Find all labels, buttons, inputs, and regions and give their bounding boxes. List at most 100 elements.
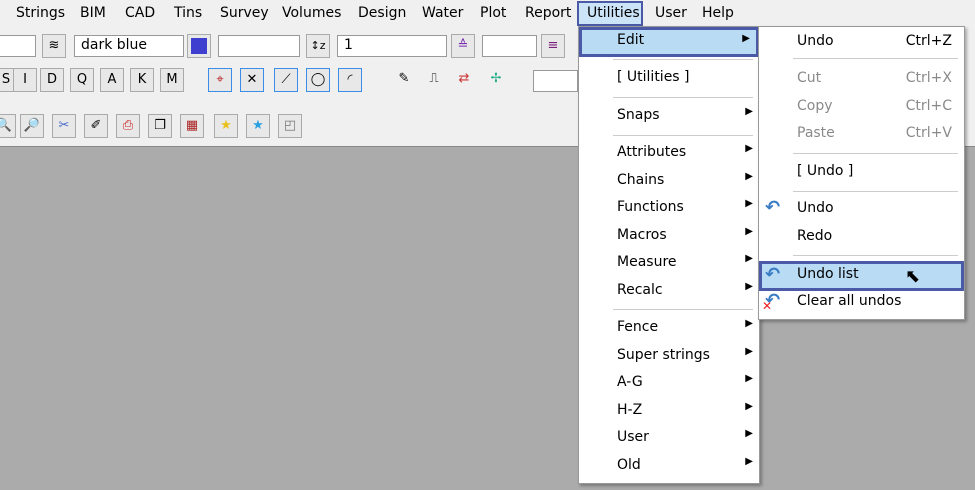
menu-separator <box>793 191 958 192</box>
utilities-item-chains[interactable]: Chains ▶ <box>579 168 759 194</box>
z-level-icon[interactable]: ↕z <box>306 34 330 58</box>
menu-strings[interactable]: Strings <box>16 5 65 21</box>
submenu-arrow-icon: ▶ <box>745 143 753 154</box>
utilities-item-super-strings[interactable]: Super strings ▶ <box>579 343 759 369</box>
edit-item-undo[interactable]: Undo Ctrl+Z <box>759 29 964 55</box>
delete-icon[interactable]: ✂ <box>52 114 76 138</box>
snap-circle-icon[interactable]: ◯ <box>306 68 330 92</box>
utilities-item-recalc[interactable]: Recalc ▶ <box>579 278 759 304</box>
menu-design[interactable]: Design <box>358 5 406 21</box>
utilities-item-macros[interactable]: Macros ▶ <box>579 223 759 249</box>
mode-q-button[interactable]: Q <box>70 68 94 92</box>
grid-icon[interactable]: ▦ <box>180 114 204 138</box>
submenu-arrow-icon: ▶ <box>742 33 750 44</box>
menu-volumes[interactable]: Volumes <box>282 5 341 21</box>
edit-item-undo[interactable]: Undo ↶ <box>759 196 964 222</box>
utilities-item-fence[interactable]: Fence ▶ <box>579 315 759 341</box>
weight-field[interactable] <box>482 35 537 57</box>
submenu-arrow-icon: ▶ <box>745 226 753 237</box>
edit-item-cut: Cut Ctrl+X <box>759 66 964 92</box>
utilities-item-utilities[interactable]: [ Utilities ] <box>579 65 759 91</box>
snap-point-icon[interactable]: ⌖ <box>208 68 232 92</box>
submenu-arrow-icon: ▶ <box>745 198 753 209</box>
utilities-item-a-g[interactable]: A-G ▶ <box>579 370 759 396</box>
line-weight-icon[interactable]: ≡ <box>541 34 565 58</box>
shortcut-label: Ctrl+C <box>905 98 952 114</box>
profile-icon[interactable]: ≙ <box>451 34 475 58</box>
item-label: Measure <box>617 254 677 270</box>
menu-utilities[interactable]: Utilities <box>587 5 640 21</box>
mode-d-button[interactable]: D <box>40 68 64 92</box>
pencil-icon[interactable]: ✎ <box>392 68 416 92</box>
star-blue-icon[interactable]: ★ <box>246 114 270 138</box>
zoom-pick-icon[interactable]: 🔎 <box>20 114 44 138</box>
utilities-item-h-z[interactable]: H-Z ▶ <box>579 398 759 424</box>
layer-icon[interactable]: ≋ <box>42 34 66 58</box>
snap-arc-icon[interactable]: ◜ <box>338 68 362 92</box>
utilities-item-attributes[interactable]: Attributes ▶ <box>579 140 759 166</box>
menu-separator <box>793 255 958 256</box>
colour-swatch-button[interactable] <box>187 34 211 58</box>
submenu-arrow-icon: ▶ <box>745 253 753 264</box>
edit-item-undo[interactable]: [ Undo ] <box>759 159 964 185</box>
submenu-arrow-icon: ▶ <box>745 171 753 182</box>
menu-separator <box>613 309 753 310</box>
edit-item-paste: Paste Ctrl+V <box>759 121 964 147</box>
panel-icon[interactable]: ◰ <box>278 114 302 138</box>
windows-icon[interactable]: ❐ <box>148 114 172 138</box>
item-label: Cut <box>797 70 822 86</box>
pick-string-icon[interactable]: ⎍ <box>422 68 446 92</box>
menu-bim[interactable]: BIM <box>80 5 106 21</box>
submenu-arrow-icon: ▶ <box>745 106 753 117</box>
edit-item-copy: Copy Ctrl+C <box>759 94 964 120</box>
menu-plot[interactable]: Plot <box>480 5 506 21</box>
mode-a-button[interactable]: A <box>100 68 124 92</box>
level-field[interactable]: 1 <box>337 35 447 57</box>
item-label: Old <box>617 457 641 473</box>
item-label: Copy <box>797 98 833 114</box>
item-label: Redo <box>797 228 833 244</box>
utilities-item-edit[interactable]: Edit ▶ <box>579 27 759 57</box>
menu-water[interactable]: Water <box>422 5 463 21</box>
swap-icon[interactable]: ⇄ <box>452 68 476 92</box>
menu-survey[interactable]: Survey <box>220 5 269 21</box>
menu-report[interactable]: Report <box>525 5 571 21</box>
item-label: Chains <box>617 172 665 188</box>
colour-field[interactable]: dark blue <box>74 35 184 57</box>
utilities-item-snaps[interactable]: Snaps ▶ <box>579 103 759 129</box>
edit-item-clear-all-undos[interactable]: Clear all undos ↶ ✕ <box>759 289 964 315</box>
mode-i-button[interactable]: I <box>13 68 37 92</box>
menu-cad[interactable]: CAD <box>125 5 155 21</box>
snap-line-icon[interactable]: ⟋ <box>274 68 298 92</box>
menu-help[interactable]: Help <box>702 5 734 21</box>
item-label: [ Utilities ] <box>617 69 690 85</box>
utilities-item-functions[interactable]: Functions ▶ <box>579 195 759 221</box>
utilities-item-old[interactable]: Old ▶ <box>579 453 759 479</box>
shortcut-label: Ctrl+X <box>905 70 952 86</box>
undo-icon: ↶ <box>765 197 781 218</box>
edit-item-redo[interactable]: Redo <box>759 224 964 250</box>
mode-k-button[interactable]: K <box>130 68 154 92</box>
snap-field[interactable] <box>533 70 578 92</box>
menu-tins[interactable]: Tins <box>174 5 202 21</box>
item-label: Undo <box>797 200 834 216</box>
star-yellow-icon[interactable]: ★ <box>214 114 238 138</box>
menu-bar: Strings BIM CAD Tins Survey Volumes Desi… <box>0 0 975 28</box>
zoom-icon[interactable]: 🔍 <box>0 114 16 138</box>
item-label: Macros <box>617 227 667 243</box>
brush-icon[interactable]: ✐ <box>84 114 108 138</box>
mode-m-button[interactable]: M <box>160 68 184 92</box>
rotate-icon[interactable]: ✢ <box>484 68 508 92</box>
item-label: Attributes <box>617 144 687 160</box>
print-icon[interactable]: ⎙ <box>116 114 140 138</box>
edit-submenu: Undo Ctrl+Z Cut Ctrl+X Copy Ctrl+C Paste Ctrl+V… <box>758 26 965 320</box>
edit-item-undo-list[interactable]: Undo list ↶ ⬉ <box>759 261 964 291</box>
snap-intersect-icon[interactable]: ✕ <box>240 68 264 92</box>
utilities-item-measure[interactable]: Measure ▶ <box>579 250 759 276</box>
item-label: Edit <box>617 32 645 48</box>
menu-user[interactable]: User <box>655 5 687 21</box>
style-field[interactable] <box>218 35 300 57</box>
layer-field[interactable] <box>0 35 36 57</box>
item-label: [ Undo ] <box>797 163 854 179</box>
utilities-item-user[interactable]: User ▶ <box>579 425 759 451</box>
